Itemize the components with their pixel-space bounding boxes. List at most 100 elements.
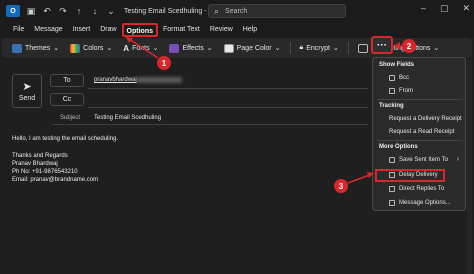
subject-field[interactable]: Testing Email Scedhuling <box>94 115 161 121</box>
menu-item-label: Request a Delivery Receipt <box>389 116 462 122</box>
themes-icon <box>12 43 22 53</box>
minimize-icon[interactable]: – <box>421 3 426 14</box>
bcc-icon <box>389 75 395 81</box>
menu-item-label: From <box>399 88 413 94</box>
chevron-down-icon: ⌄ <box>433 45 440 52</box>
menu-divider <box>377 99 463 100</box>
menu-item-delivery-receipt[interactable]: Request a Delivery Receipt <box>389 116 462 122</box>
outlook-icon: O <box>6 5 20 17</box>
fonts-label: Fonts <box>132 44 150 52</box>
more-options-heading: More Options <box>379 144 418 150</box>
menu-item-label: Save Sent Item To <box>399 157 448 163</box>
send-label: Send <box>18 95 36 102</box>
redo-icon[interactable]: ↷ <box>58 6 68 17</box>
message-body[interactable]: Hello, I am testing the email scheduling… <box>12 135 118 185</box>
to-button[interactable]: To <box>50 74 84 87</box>
cc-button[interactable]: Cc <box>50 93 84 106</box>
chevron-down-icon: ⌄ <box>152 45 159 52</box>
chevron-down-icon: ⌄ <box>53 45 60 52</box>
subject-label: Subject <box>60 115 81 121</box>
menu-item-save-sent[interactable]: Save Sent Item To <box>389 157 448 163</box>
from-icon <box>389 88 395 94</box>
menu-item-direct-replies[interactable]: Direct Replies To <box>389 186 444 192</box>
menu-item-label: Bcc <box>399 75 410 81</box>
fonts-icon: A <box>123 43 130 53</box>
cc-field-underline <box>88 107 368 108</box>
delay-delivery-highlight <box>375 169 445 182</box>
colors-icon <box>70 43 81 53</box>
page-color-icon <box>223 43 234 53</box>
menu-item-label: Message Options... <box>399 200 451 206</box>
menu-item-read-receipt[interactable]: Request a Read Receipt <box>389 129 454 135</box>
chevron-down-icon: ⌄ <box>106 45 113 52</box>
tab-help[interactable]: Help <box>238 23 262 37</box>
customize-chevron-icon[interactable]: ⌄ <box>106 6 116 17</box>
to-field-underline <box>88 88 368 89</box>
more-commands-menu: Show Fields Bcc From Tracking Request a … <box>372 57 466 211</box>
tab-format-text[interactable]: Format Text <box>158 23 205 37</box>
up-arrow-icon[interactable]: ↑ <box>74 6 84 16</box>
close-icon[interactable]: ✕ <box>462 3 470 14</box>
body-line: Thanks and Regards <box>12 152 68 159</box>
reply-icon <box>389 186 395 192</box>
tab-draw[interactable]: Draw <box>95 23 121 37</box>
voting-buttons-button[interactable]: Use Voting Buttons ⌄ <box>354 40 443 56</box>
to-recipient[interactable]: pranavbhardwaj <box>94 77 137 83</box>
callout-badge-3: 3 <box>334 179 348 193</box>
body-line: Hello, I am testing the email scheduling… <box>12 136 119 142</box>
tab-review[interactable]: Review <box>205 23 238 37</box>
body-line: Pranav Bhardwaj <box>12 160 58 167</box>
colors-button[interactable]: Colors ⌄ <box>66 40 116 56</box>
themes-label: Themes <box>25 44 51 52</box>
effects-icon <box>169 43 180 53</box>
tab-message[interactable]: Message <box>29 23 67 37</box>
colors-label: Colors <box>83 44 104 52</box>
show-fields-heading: Show Fields <box>379 62 415 68</box>
encrypt-label: Encrypt <box>306 44 330 52</box>
body-line: Email: pranav@brandname.com <box>12 177 99 184</box>
menu-item-message-options[interactable]: Message Options... <box>389 200 451 206</box>
effects-label: Effects <box>182 44 204 52</box>
body-line: Ph No: +91-9876543210 <box>12 169 78 176</box>
title-bar: O ▣ ↶ ↷ ↑ ↓ ⌄ Testing Email Scedhuling -… <box>0 0 474 22</box>
themes-button[interactable]: Themes ⌄ <box>8 40 63 56</box>
send-button[interactable]: ➤ Send <box>12 74 42 108</box>
down-arrow-icon[interactable]: ↓ <box>90 6 100 16</box>
undo-icon[interactable]: ↶ <box>42 6 52 17</box>
options-icon <box>389 200 395 206</box>
maximize-icon[interactable]: ▢ <box>440 3 449 14</box>
callout-badge-1: 1 <box>157 56 171 70</box>
ribbon-divider <box>289 42 291 54</box>
lock-icon: 🔒︎ <box>299 44 304 51</box>
menu-bar: File Message Insert Draw Options Format … <box>0 22 474 38</box>
quick-access-toolbar: ▣ ↶ ↷ ↑ ↓ ⌄ <box>26 6 116 17</box>
effects-button[interactable]: Effects ⌄ <box>165 40 216 56</box>
search-icon: ⌕ <box>214 5 220 16</box>
tab-file[interactable]: File <box>8 23 29 37</box>
chevron-down-icon: ⌄ <box>274 45 281 52</box>
save-icon[interactable]: ▣ <box>26 6 36 17</box>
menu-item-label: Direct Replies To <box>399 186 445 192</box>
ribbon-divider <box>347 42 349 54</box>
page-color-label: Page Color <box>236 44 272 52</box>
tab-options[interactable]: Options <box>121 23 158 37</box>
folder-icon <box>389 157 395 163</box>
subject-underline <box>52 124 368 125</box>
send-icon: ➤ <box>22 81 32 93</box>
redacted-address <box>136 77 182 83</box>
chevron-right-icon: › <box>456 156 459 163</box>
menu-item-from[interactable]: From <box>389 88 413 94</box>
encrypt-button[interactable]: 🔒︎ Encrypt ⌄ <box>296 40 343 56</box>
tracking-heading: Tracking <box>379 103 404 109</box>
window-controls: – ▢ ✕ <box>421 3 470 14</box>
scrollbar[interactable] <box>467 60 472 274</box>
callout-badge-2: 2 <box>402 39 416 53</box>
fonts-button[interactable]: A Fonts ⌄ <box>119 40 162 56</box>
more-commands-button[interactable]: ··· <box>371 36 393 54</box>
body-line <box>12 143 118 151</box>
tab-insert[interactable]: Insert <box>68 23 96 37</box>
menu-item-bcc[interactable]: Bcc <box>389 75 409 81</box>
page-color-button[interactable]: Page Color ⌄ <box>220 40 285 56</box>
chevron-down-icon: ⌄ <box>206 45 213 52</box>
search-box[interactable]: ⌕ Search <box>208 4 346 18</box>
